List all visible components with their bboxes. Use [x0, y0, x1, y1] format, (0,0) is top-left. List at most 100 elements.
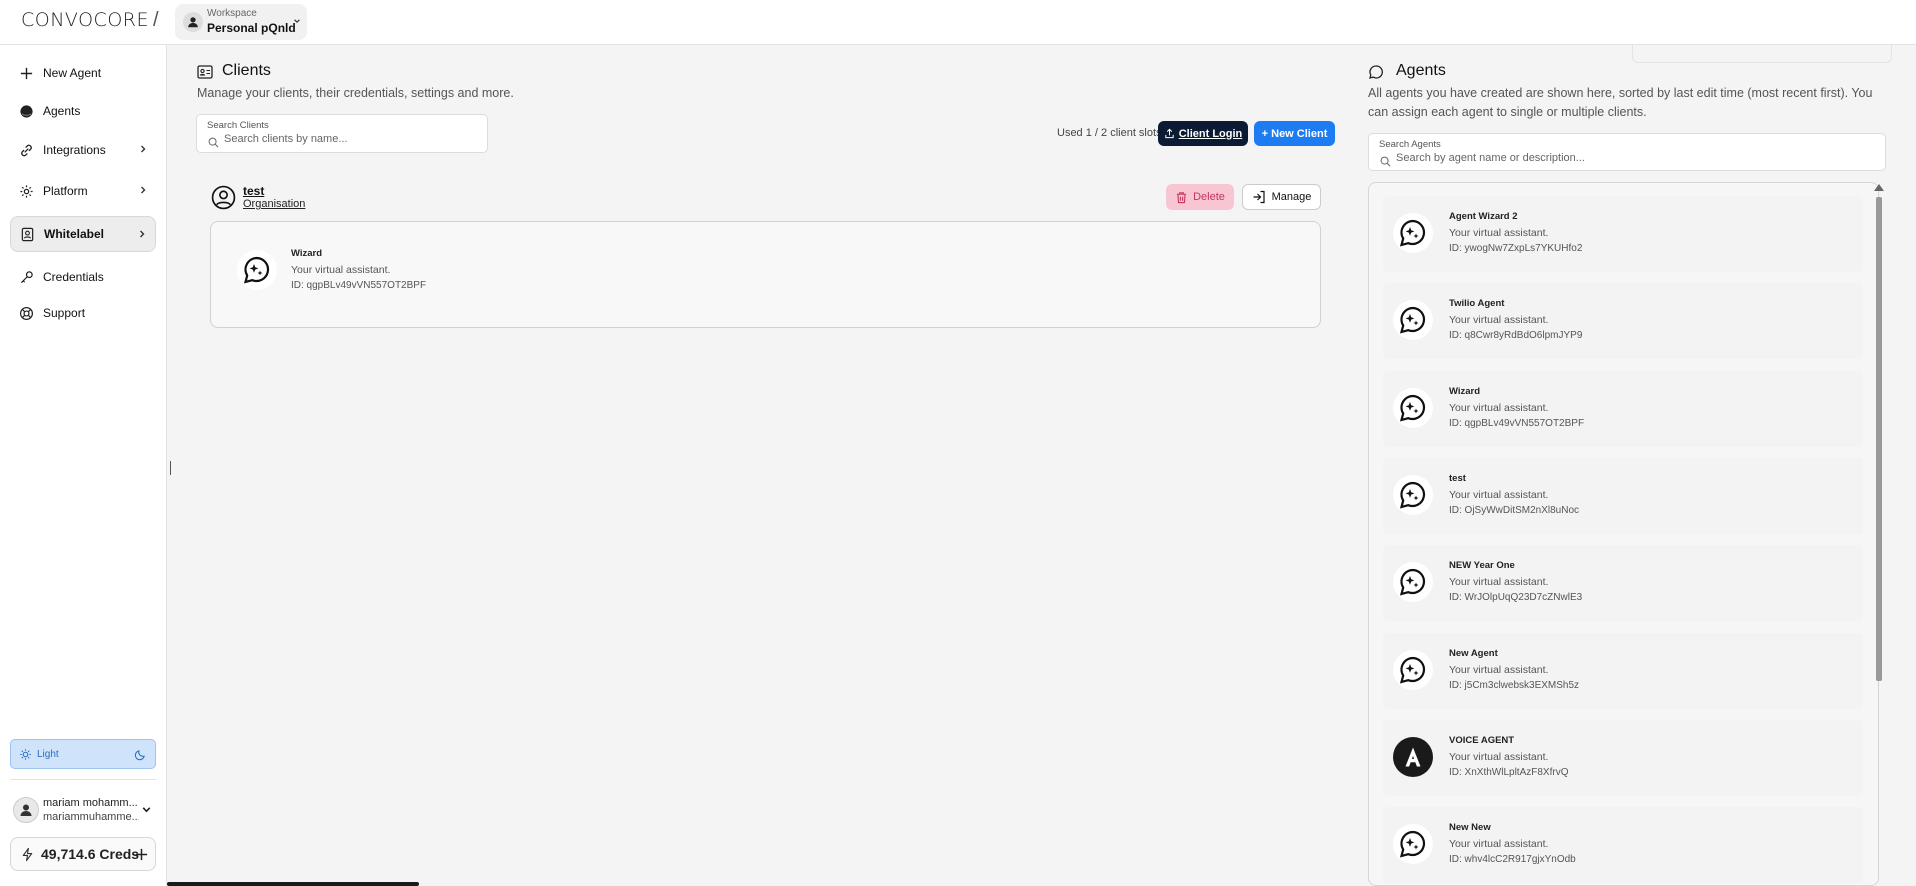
workspace-avatar-icon: [183, 12, 203, 32]
delete-label: Delete: [1193, 191, 1225, 203]
new-client-button[interactable]: + New Client: [1254, 121, 1335, 146]
client-type[interactable]: Organisation: [243, 198, 305, 210]
search-icon: [208, 137, 219, 148]
sparkle-chat-icon: [1393, 824, 1433, 864]
sidebar-item-label: Integrations: [43, 143, 106, 157]
anthropic-logo-icon: [1393, 737, 1433, 777]
client-search: Search Clients: [196, 114, 488, 153]
list-item[interactable]: New New Your virtual assistant. ID: whv4…: [1383, 807, 1863, 883]
page-title: Clients: [222, 62, 271, 79]
search-label: Search Clients: [207, 120, 269, 131]
key-icon: [20, 270, 33, 283]
horizontal-scrollbar[interactable]: [167, 882, 419, 886]
agent-name: test: [1449, 473, 1466, 484]
agent-search: Search Agents: [1368, 133, 1886, 171]
sidebar-item-label: Whitelabel: [44, 227, 105, 241]
sun-icon: [20, 748, 31, 760]
manage-client-button[interactable]: Manage: [1242, 184, 1321, 210]
top-bar: CONVOCORE / Workspace Personal pQnld: [0, 0, 1916, 45]
agent-description: Your virtual assistant.: [1449, 402, 1549, 414]
agent-description: Your virtual assistant.: [291, 264, 391, 276]
agents-description: All agents you have created are shown he…: [1368, 86, 1873, 119]
agent-id: ID: ywogNw7ZxpLs7YKUHfo2: [1449, 243, 1583, 254]
user-circle-icon: [211, 185, 236, 210]
client-name[interactable]: test: [243, 184, 264, 198]
avatar: [13, 797, 39, 823]
agent-description: Your virtual assistant.: [1449, 576, 1549, 588]
scrollbar[interactable]: [1876, 197, 1882, 681]
chevron-down-icon: [142, 807, 151, 813]
moon-icon[interactable]: [134, 748, 147, 761]
list-item[interactable]: test Your virtual assistant. ID: OjSyWwD…: [1383, 458, 1863, 534]
agent-name: Wizard: [1449, 386, 1481, 397]
user-menu[interactable]: mariam mohamm... mariammuhamme...: [10, 789, 156, 833]
list-item[interactable]: Twilio Agent Your virtual assistant. ID:…: [1383, 283, 1863, 359]
sidebar: New Agent Agents Integrations Platform W…: [0, 45, 167, 886]
convocore-logo[interactable]: CONVOCORE: [21, 9, 149, 31]
agent-list: Agent Wizard 2 Your virtual assistant. I…: [1368, 182, 1879, 886]
id-badge-icon: [21, 227, 34, 241]
page-description: Manage your clients, their credentials, …: [197, 86, 514, 100]
credits-button[interactable]: 49,714.6 Creds: [10, 837, 156, 871]
sparkle-chat-icon: [1393, 300, 1433, 340]
sidebar-item-integrations[interactable]: Integrations: [10, 132, 156, 168]
theme-toggle[interactable]: Light: [10, 739, 156, 769]
agent-id: ID: j5Cm3clwebsk3EXMSh5z: [1449, 680, 1580, 691]
search-label: Search Agents: [1379, 139, 1441, 150]
agents-title: Agents: [1396, 62, 1446, 79]
search-icon: [1380, 156, 1391, 167]
id-card-icon: [197, 65, 213, 79]
list-item[interactable]: Agent Wizard 2 Your virtual assistant. I…: [1383, 196, 1863, 272]
sidebar-item-agents[interactable]: Agents: [10, 93, 156, 129]
agent-description: Your virtual assistant.: [1449, 314, 1549, 326]
list-item[interactable]: VOICE AGENT Your virtual assistant. ID: …: [1383, 720, 1863, 796]
list-item[interactable]: Wizard Your virtual assistant. ID: qgpBL…: [1383, 371, 1863, 447]
divider: [10, 779, 156, 780]
link-icon: [21, 144, 32, 156]
plus-icon: [20, 67, 33, 79]
agent-name: New Agent: [1449, 648, 1498, 659]
chevron-right-icon: [140, 230, 145, 238]
delete-client-button[interactable]: Delete: [1166, 184, 1234, 210]
agent-id: ID: qgpBLv49vVN557OT2BPF: [1449, 418, 1585, 429]
upload-icon: [1165, 128, 1174, 139]
sidebar-item-label: Agents: [43, 104, 81, 118]
sparkle-chat-icon: [1393, 475, 1433, 515]
sidebar-item-credentials[interactable]: Credentials: [10, 259, 156, 295]
workspace-switcher[interactable]: Workspace Personal pQnld: [175, 4, 307, 40]
sidebar-item-label: New Agent: [43, 66, 102, 80]
credits-balance: 49,714.6 Creds: [41, 846, 140, 862]
sidebar-item-support[interactable]: Support: [10, 295, 156, 331]
plus-icon[interactable]: [134, 847, 149, 862]
agent-name: New New: [1449, 822, 1491, 833]
sidebar-item-whitelabel[interactable]: Whitelabel: [10, 216, 156, 252]
client-login-button[interactable]: Client Login: [1158, 121, 1248, 146]
list-item[interactable]: New Agent Your virtual assistant. ID: j5…: [1383, 633, 1863, 709]
workspace-label: Workspace: [207, 8, 257, 19]
sidebar-item-platform[interactable]: Platform: [10, 173, 156, 209]
agent-id: ID: OjSyWwDitSM2nXl8uNoc: [1449, 505, 1580, 516]
list-item[interactable]: NEW Year One Your virtual assistant. ID:…: [1383, 545, 1863, 621]
chevron-right-icon: [141, 186, 146, 194]
agent-name: VOICE AGENT: [1449, 735, 1515, 746]
agent-id: ID: whv4lcC2R917gjxYnOdb: [1449, 854, 1576, 865]
lifebuoy-icon: [19, 306, 34, 320]
agent-description: Your virtual assistant.: [1449, 751, 1549, 763]
agent-id: ID: q8Cwr8yRdBdO6lpmJYP9: [1449, 330, 1583, 341]
agent-id: ID: WrJOlpUqQ23D7cZNwlE3: [1449, 592, 1583, 603]
scroll-up-arrow[interactable]: [1874, 184, 1884, 191]
gear-icon: [20, 184, 33, 198]
user-name: mariam mohamm...: [43, 797, 138, 809]
sparkle-chat-icon: [1393, 562, 1433, 602]
resize-handle[interactable]: [170, 461, 171, 475]
chevron-right-icon: [141, 145, 146, 153]
sidebar-item-label: Platform: [43, 184, 88, 198]
sidebar-item-new-agent[interactable]: New Agent: [10, 55, 156, 91]
sidebar-item-label: Support: [43, 306, 86, 320]
agent-id: ID: XnXthWlLpltAzF8XfrvQ: [1449, 767, 1569, 778]
client-slots-count: Used 1 / 2 client slots: [1057, 127, 1162, 139]
search-input[interactable]: [224, 133, 471, 145]
search-input[interactable]: [1396, 152, 1835, 164]
sparkle-chat-icon: [1393, 213, 1433, 253]
chevron-down-icon: [293, 17, 301, 27]
